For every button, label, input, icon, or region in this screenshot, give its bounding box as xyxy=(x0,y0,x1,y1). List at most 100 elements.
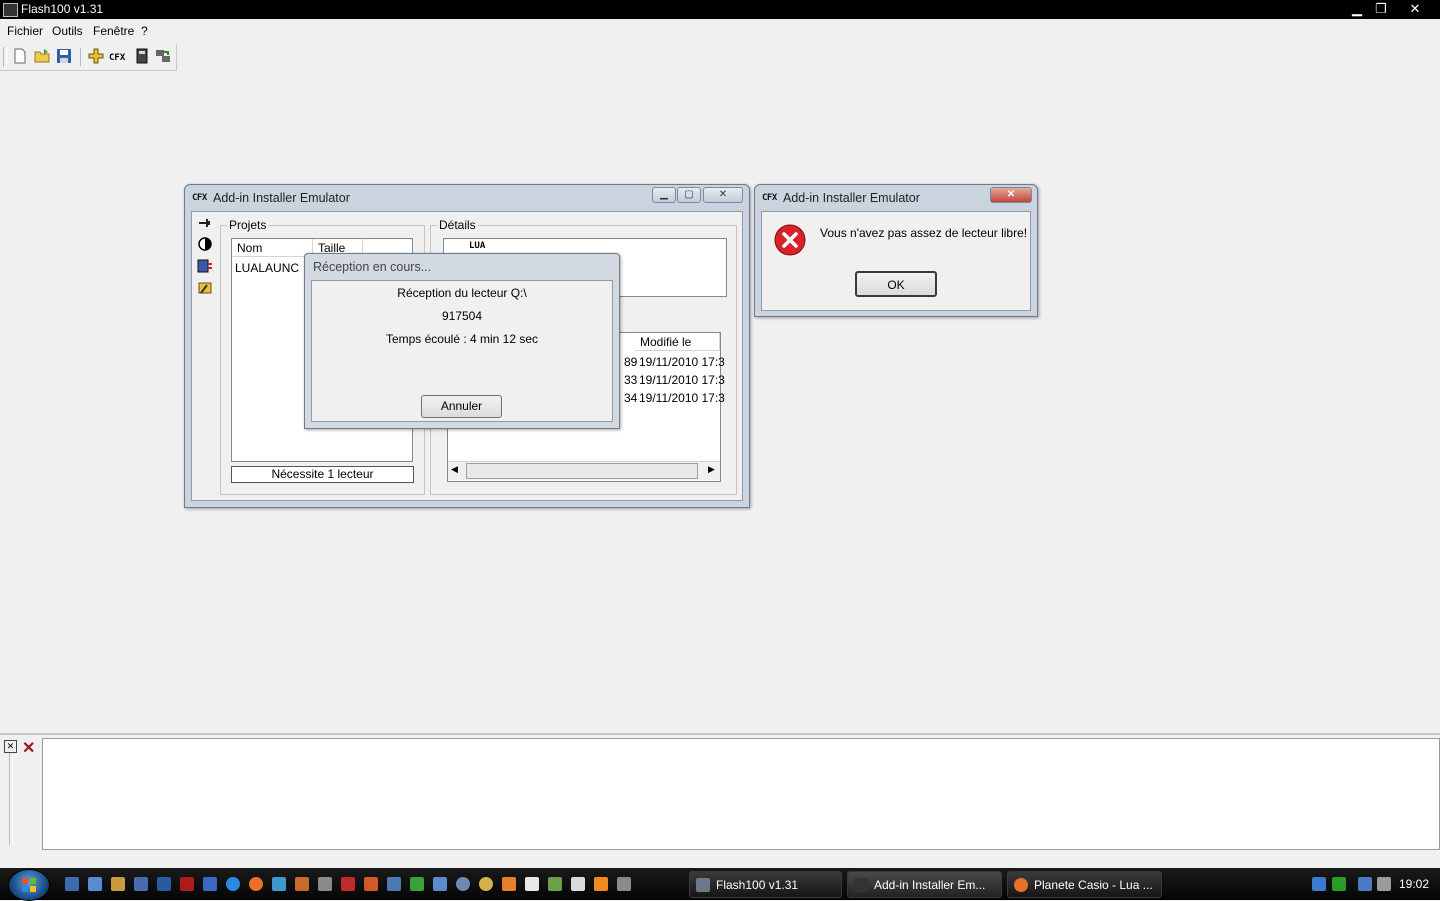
lua-logo: LUA xyxy=(469,241,486,251)
svg-text:CFX: CFX xyxy=(109,53,126,63)
add-plugin-icon[interactable] xyxy=(88,48,104,64)
menu-help[interactable]: ? xyxy=(141,24,148,38)
reception-dialog: Réception en cours... Réception du lecte… xyxy=(304,253,620,429)
quicklaunch-icon[interactable] xyxy=(410,877,424,891)
volume-quicklaunch-icon[interactable] xyxy=(617,877,631,891)
projects-label: Projets xyxy=(227,218,269,232)
menu-fichier[interactable]: Fichier xyxy=(7,24,43,38)
minimize-button[interactable]: ▁ xyxy=(1346,0,1368,17)
transfer-icon[interactable] xyxy=(155,48,171,64)
quicklaunch-icon[interactable] xyxy=(157,877,171,891)
menu-bar: Fichier Outils Fenêtre ? xyxy=(0,21,1440,41)
cfx-logo: CFX xyxy=(762,193,777,203)
vlc-icon[interactable] xyxy=(594,877,608,891)
reception-title: Réception en cours... xyxy=(313,260,432,274)
quicklaunch-icon[interactable] xyxy=(387,877,401,891)
task-label: Planete Casio - Lua ... xyxy=(1034,878,1153,892)
scroll-thumb[interactable] xyxy=(466,463,698,479)
scroll-left-icon[interactable]: ◀ xyxy=(451,464,458,475)
error-icon xyxy=(774,224,806,256)
quicklaunch-icon[interactable] xyxy=(525,877,539,891)
open-folder-icon[interactable] xyxy=(34,48,50,64)
col-modified-header[interactable]: Modifié le xyxy=(635,333,720,351)
gmail-icon[interactable] xyxy=(180,877,194,891)
toolbar-grip xyxy=(3,47,7,67)
clear-output-icon[interactable]: ✕ xyxy=(22,738,35,758)
details-label: Détails xyxy=(437,218,478,232)
settings-gear-icon[interactable] xyxy=(318,877,332,891)
quicklaunch-icon[interactable] xyxy=(479,877,493,891)
reception-drive-text: Réception du lecteur Q:\ xyxy=(397,286,527,300)
project-row[interactable]: LUALAUNC xyxy=(235,261,299,275)
task-emulator[interactable]: Add-in Installer Em... xyxy=(847,871,1002,898)
restore-button[interactable]: ❐ xyxy=(1370,0,1392,17)
emulator-minimize-button[interactable]: ▁ xyxy=(652,187,676,203)
menu-outils[interactable]: Outils xyxy=(52,24,83,38)
task-firefox[interactable]: Planete Casio - Lua ... xyxy=(1007,871,1162,898)
output-text-area[interactable] xyxy=(42,738,1440,850)
quicklaunch-icon[interactable] xyxy=(364,877,378,891)
reception-body: Réception du lecteur Q:\ 917504 Temps éc… xyxy=(311,280,613,422)
file-row-date[interactable]: 19/11/2010 17:3 xyxy=(639,355,725,369)
pin-icon[interactable] xyxy=(197,216,213,230)
quicklaunch-icon[interactable] xyxy=(548,877,562,891)
app-icon xyxy=(3,3,18,17)
menu-fenetre[interactable]: Fenêtre xyxy=(93,24,134,38)
new-file-icon[interactable] xyxy=(12,48,28,64)
contrast-icon[interactable] xyxy=(197,236,213,252)
tools-icon[interactable] xyxy=(197,280,213,296)
quicklaunch-icon[interactable] xyxy=(203,877,217,891)
tray-volume-icon[interactable] xyxy=(1377,877,1391,891)
reception-bytes-text: 917504 xyxy=(441,309,483,323)
tray-network-icon[interactable] xyxy=(1312,877,1326,891)
emulator-close-button[interactable]: ✕ xyxy=(703,187,743,203)
clock[interactable]: 19:02 xyxy=(1399,877,1429,891)
start-button[interactable] xyxy=(8,869,50,901)
windows-logo-icon xyxy=(22,878,36,892)
ok-button[interactable]: OK xyxy=(855,271,937,297)
main-titlebar: Flash100 v1.31 ▁ ❐ ✕ xyxy=(0,0,1440,19)
app-title: Flash100 v1.31 xyxy=(21,2,104,16)
tray-connection-icon[interactable] xyxy=(1358,877,1372,891)
quicklaunch-icon[interactable] xyxy=(111,877,125,891)
elapsed-time-text: Temps écoulé : 4 min 12 sec xyxy=(385,332,539,346)
internet-explorer-icon[interactable] xyxy=(226,877,240,891)
cfx-icon[interactable]: CFX xyxy=(108,48,128,64)
calculator-icon[interactable] xyxy=(134,48,150,64)
error-message: Vous n'avez pas assez de lecteur libre! xyxy=(820,226,1028,240)
quicklaunch-icon[interactable] xyxy=(295,877,309,891)
panel-grip xyxy=(9,753,13,845)
emulator-maximize-button[interactable]: ▢ xyxy=(677,187,701,203)
needs-drive-label: Nécessite 1 lecteur xyxy=(231,466,414,483)
memory-icon[interactable] xyxy=(197,258,213,274)
flash100-task-icon xyxy=(696,878,710,892)
task-flash100[interactable]: Flash100 v1.31 xyxy=(689,871,842,898)
quicklaunch-icon[interactable] xyxy=(341,877,355,891)
quicklaunch-icon[interactable] xyxy=(433,877,447,891)
quicklaunch-icon[interactable] xyxy=(272,877,286,891)
cancel-button[interactable]: Annuler xyxy=(421,395,502,418)
file-row-size: 34 xyxy=(624,391,638,405)
horizontal-scrollbar[interactable]: ◀ ▶ xyxy=(448,461,720,480)
quicklaunch-icon[interactable] xyxy=(456,877,470,891)
show-desktop-icon[interactable] xyxy=(65,877,79,891)
error-dialog-title: Add-in Installer Emulator xyxy=(783,191,920,205)
file-row-date[interactable]: 19/11/2010 17:3 xyxy=(639,391,725,405)
file-row-date[interactable]: 19/11/2010 17:3 xyxy=(639,373,725,387)
file-row-size: 89 xyxy=(624,355,638,369)
quicklaunch-icon[interactable] xyxy=(571,877,585,891)
col-nom-header[interactable]: Nom xyxy=(232,239,313,257)
error-dialog: CFX Add-in Installer Emulator ✕ Vous n'a… xyxy=(754,184,1038,317)
save-icon[interactable] xyxy=(56,48,72,64)
task-label: Add-in Installer Em... xyxy=(874,878,986,892)
tray-check-icon[interactable] xyxy=(1332,877,1346,891)
quicklaunch-icon[interactable] xyxy=(502,877,516,891)
switch-windows-icon[interactable] xyxy=(88,877,102,891)
firefox-icon[interactable] xyxy=(249,877,263,891)
scroll-right-icon[interactable]: ▶ xyxy=(708,464,715,475)
quicklaunch-icon[interactable] xyxy=(134,877,148,891)
error-close-button[interactable]: ✕ xyxy=(990,187,1032,203)
panel-close-icon[interactable]: ✕ xyxy=(4,740,17,753)
close-button[interactable]: ✕ xyxy=(1402,0,1428,17)
task-label: Flash100 v1.31 xyxy=(716,878,799,892)
